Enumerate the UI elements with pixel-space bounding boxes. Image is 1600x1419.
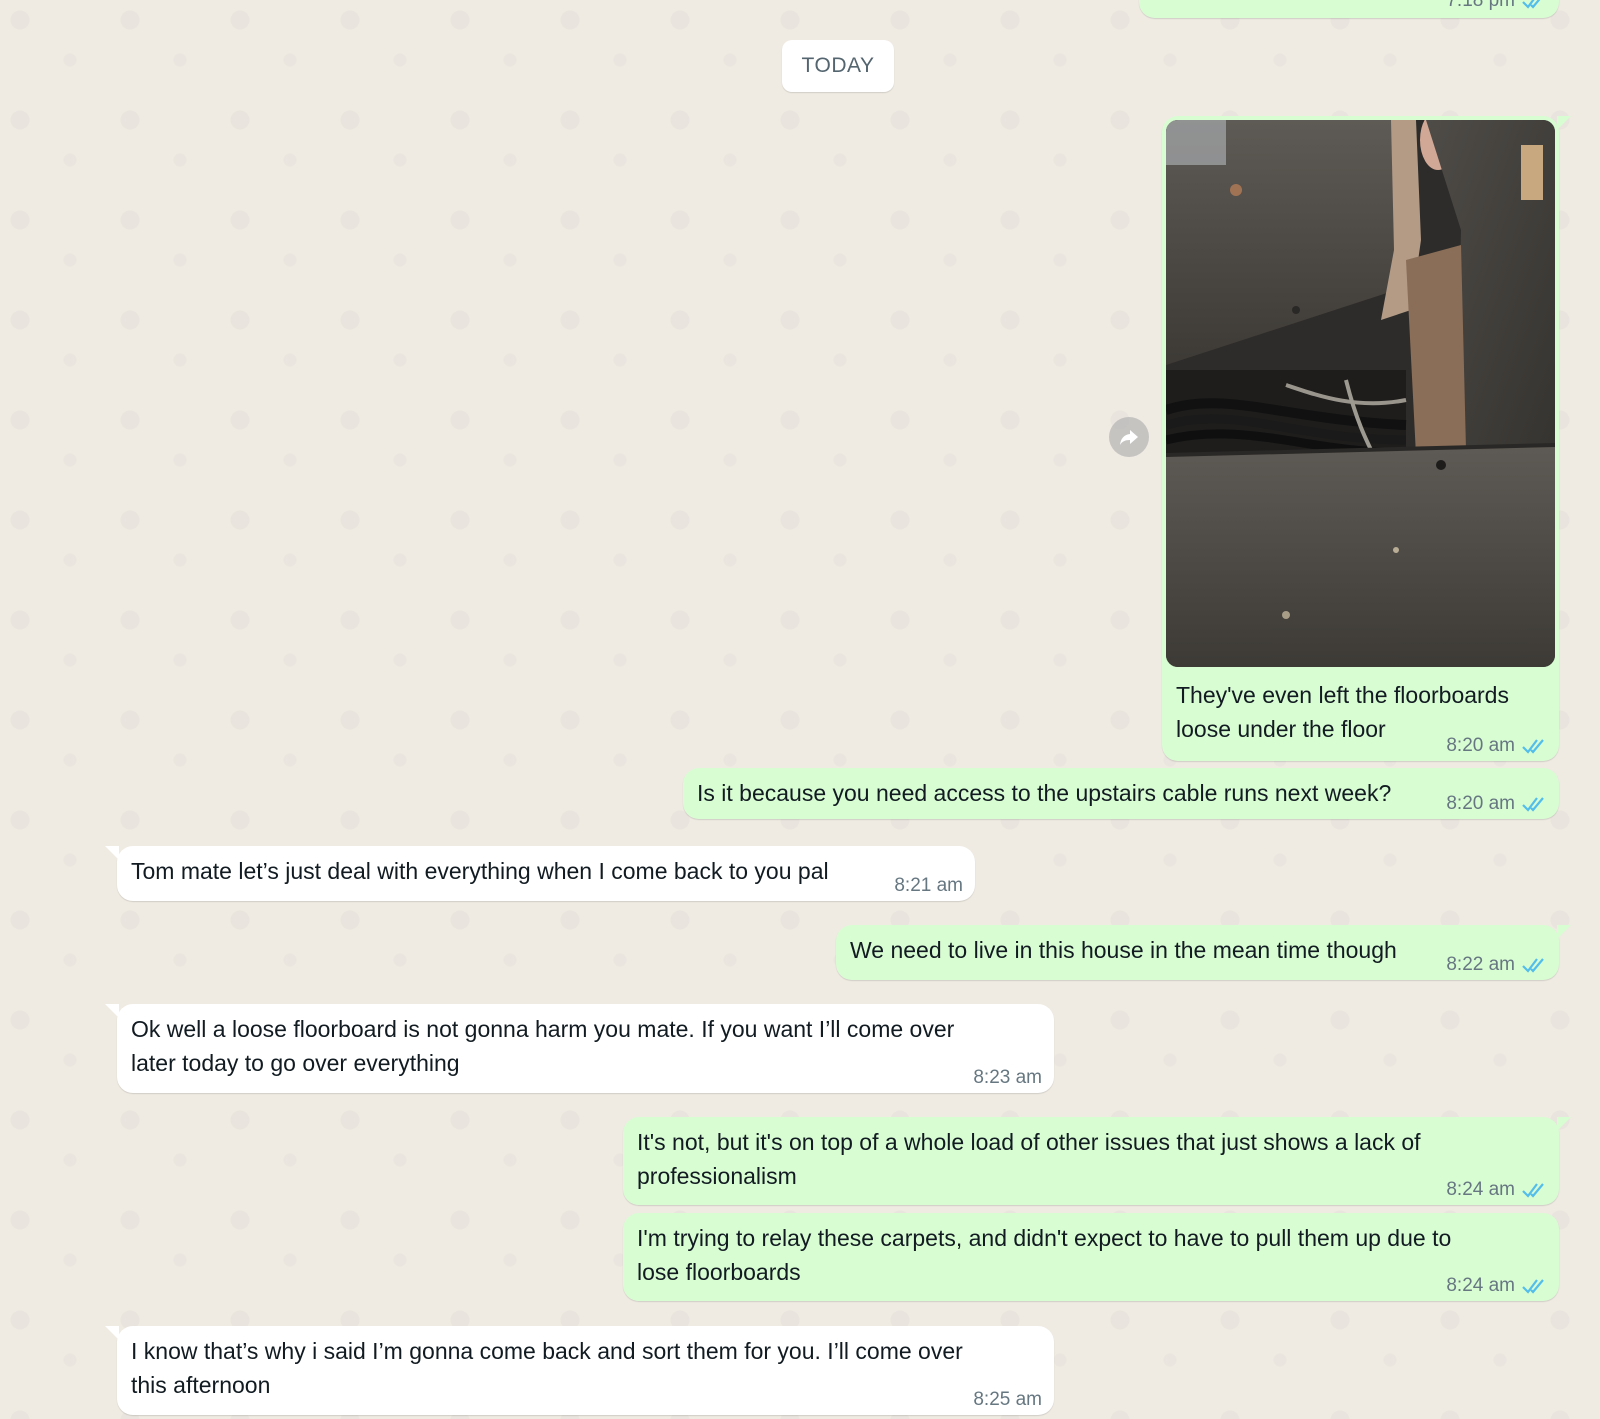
message-text: Tom mate let’s just deal with everything… [131, 858, 829, 884]
message-time: 8:23 am [973, 1067, 1042, 1088]
message-meta: 7:18 pm [1446, 0, 1547, 14]
message-time: 8:20 am [1446, 793, 1515, 814]
message-photo[interactable] [1166, 120, 1555, 667]
double-check-icon [1522, 739, 1544, 754]
message-meta: 8:25 am [973, 1387, 1042, 1413]
message-time: 8:24 am [1446, 1179, 1515, 1200]
double-check-icon [1522, 0, 1541, 9]
message-bubble-outgoing[interactable]: 7:18 pm [1139, 0, 1559, 18]
message-bubble-outgoing[interactable]: I'm trying to relay these carpets, and d… [623, 1213, 1559, 1301]
message-meta: 8:20 am [1446, 733, 1547, 759]
message-meta: 8:22 am [1446, 952, 1547, 978]
message-time: 8:22 am [1446, 954, 1515, 975]
floorboards-photo-image [1166, 120, 1555, 667]
message-meta: 8:23 am [973, 1065, 1042, 1091]
message-time: 8:25 am [973, 1389, 1042, 1410]
message-bubble-outgoing[interactable]: It's not, but it's on top of a whole loa… [623, 1117, 1571, 1205]
forward-button[interactable] [1109, 417, 1149, 457]
double-check-icon [1522, 958, 1544, 973]
message-bubble-outgoing-image[interactable]: They've even left the floorboards loose … [1162, 116, 1571, 761]
message-bubble-outgoing[interactable]: Is it because you need access to the ups… [683, 768, 1559, 819]
double-check-icon [1522, 1279, 1544, 1294]
message-text: Ok well a loose floorboard is not gonna … [131, 1016, 955, 1076]
message-time: 8:24 am [1446, 1275, 1515, 1296]
date-divider: TODAY [782, 40, 894, 92]
message-text: We need to live in this house in the mea… [850, 937, 1397, 963]
message-meta: 8:24 am [1446, 1273, 1547, 1299]
message-text: I'm trying to relay these carpets, and d… [637, 1225, 1452, 1285]
forward-arrow-icon [1120, 430, 1138, 445]
double-check-icon [1522, 1183, 1544, 1198]
message-time: 8:21 am [894, 875, 963, 896]
message-text: I know that’s why i said I’m gonna come … [131, 1338, 963, 1398]
message-text: Is it because you need access to the ups… [697, 780, 1392, 806]
message-meta: 8:20 am [1446, 791, 1547, 817]
message-text: It's not, but it's on top of a whole loa… [637, 1129, 1421, 1189]
message-time: 7:18 pm [1446, 0, 1515, 11]
message-bubble-outgoing[interactable]: We need to live in this house in the mea… [836, 925, 1571, 980]
message-time: 8:20 am [1446, 735, 1515, 756]
message-meta: 8:24 am [1446, 1177, 1547, 1203]
message-bubble-incoming[interactable]: Tom mate let’s just deal with everything… [105, 846, 975, 901]
double-check-icon [1522, 797, 1544, 812]
message-meta: 8:21 am [894, 873, 963, 899]
message-bubble-incoming[interactable]: Ok well a loose floorboard is not gonna … [105, 1004, 1054, 1093]
message-bubble-incoming[interactable]: I know that’s why i said I’m gonna come … [105, 1326, 1054, 1415]
